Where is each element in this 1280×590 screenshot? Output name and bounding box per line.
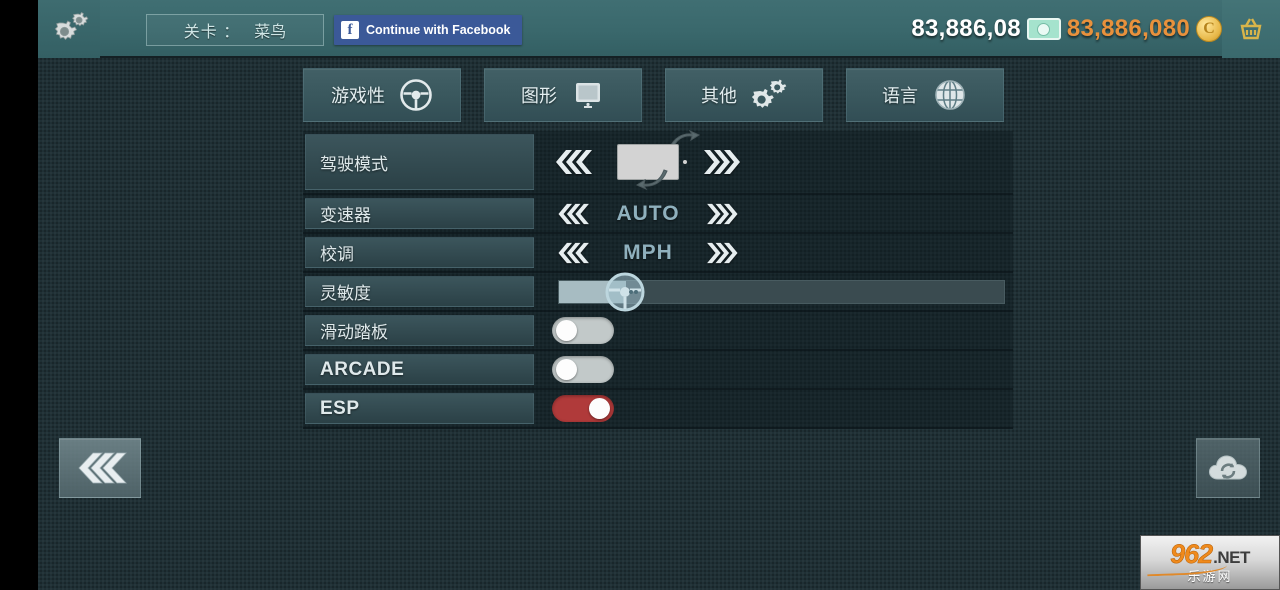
level-chip: 关卡 ： 菜鸟 xyxy=(146,14,324,46)
slide-pedal-toggle[interactable] xyxy=(552,317,614,344)
rotate-down-arrow-icon xyxy=(635,168,670,196)
setting-control-arcade xyxy=(534,351,1013,388)
transmission-value: AUTO xyxy=(616,201,680,225)
driving-mode-selector xyxy=(552,129,744,191)
setting-label-arcade: ARCADE xyxy=(305,354,534,385)
triple-chevron-left-icon xyxy=(78,452,127,484)
prev-arrow-units[interactable] xyxy=(552,242,592,264)
setting-row-arcade: ARCADE xyxy=(303,351,1013,390)
facebook-button-label: Continue with Facebook xyxy=(366,23,511,37)
banknote-icon xyxy=(1026,18,1061,40)
next-arrow-transmission[interactable] xyxy=(704,203,744,225)
facebook-icon: f xyxy=(341,21,359,39)
coin-icon: C xyxy=(1196,16,1222,42)
setting-label-driving-mode: 驾驶模式 xyxy=(305,134,534,190)
setting-row-esp: ESP xyxy=(303,390,1013,429)
setting-label-slide-pedal: 滑动踏板 xyxy=(305,315,534,346)
setting-control-slide-pedal xyxy=(534,312,1013,349)
setting-row-slide-pedal: 滑动踏板 xyxy=(303,312,1013,351)
steering-wheel-icon[interactable] xyxy=(604,271,646,313)
basket-icon xyxy=(1240,18,1262,40)
level-value: 菜鸟 xyxy=(254,24,287,41)
setting-control-esp xyxy=(534,390,1013,427)
cash-amount: 83,886,08 xyxy=(911,15,1021,42)
gears-icon xyxy=(751,78,787,112)
left-black-bar xyxy=(0,0,38,590)
setting-label-transmission: 变速器 xyxy=(305,198,534,229)
site-watermark: 962 .NET 乐游网 xyxy=(1140,535,1280,590)
next-arrow-driving-mode[interactable] xyxy=(704,149,744,175)
toggle-knob xyxy=(556,359,577,380)
gears-icon xyxy=(38,0,100,58)
level-label: 关卡 ： xyxy=(183,24,241,41)
setting-row-units: 校调 MPH xyxy=(303,234,1013,273)
setting-control-sensitivity xyxy=(534,272,1013,311)
cloud-sync-button[interactable] xyxy=(1196,438,1260,498)
setting-row-driving-mode: 驾驶模式 xyxy=(303,129,1013,195)
cloud-sync-icon xyxy=(1208,455,1248,480)
units-selector: MPH xyxy=(552,241,744,265)
esp-toggle[interactable] xyxy=(552,395,614,422)
shop-basket-button[interactable] xyxy=(1222,0,1280,58)
next-arrow-units[interactable] xyxy=(704,242,744,264)
toggle-knob xyxy=(589,398,610,419)
tab-language[interactable]: 语言 xyxy=(846,68,1004,122)
driving-mode-value xyxy=(592,129,704,191)
tab-gameplay[interactable]: 游戏性 xyxy=(303,68,461,122)
tab-language-label: 语言 xyxy=(882,86,918,106)
setting-label-sensitivity: 灵敏度 xyxy=(305,276,534,307)
back-button[interactable] xyxy=(59,438,141,498)
setting-row-transmission: 变速器 AUTO xyxy=(303,195,1013,234)
tab-gameplay-label: 游戏性 xyxy=(331,86,385,106)
arcade-toggle[interactable] xyxy=(552,356,614,383)
settings-tab-bar: 游戏性 图形 其他 语言 xyxy=(303,68,1004,122)
currency-display: 83,886,08 83,886,080 C xyxy=(911,0,1222,58)
setting-control-transmission: AUTO xyxy=(534,195,1013,232)
tab-graphics[interactable]: 图形 xyxy=(484,68,642,122)
toggle-knob xyxy=(556,320,577,341)
globe-icon xyxy=(932,77,968,113)
prev-arrow-transmission[interactable] xyxy=(552,203,592,225)
tab-graphics-label: 图形 xyxy=(521,86,557,106)
setting-label-units: 校调 xyxy=(305,237,534,268)
game-settings-screen: 关卡 ： 菜鸟 f Continue with Facebook 83,886,… xyxy=(0,0,1280,590)
coin-amount: 83,886,080 xyxy=(1066,15,1190,42)
units-value: MPH xyxy=(623,240,673,264)
prev-arrow-driving-mode[interactable] xyxy=(552,149,592,175)
settings-list: 驾驶模式 变速器 AUTO 校调 MPH 灵敏度 滑动踏板 ARCADE ESP xyxy=(303,129,1013,429)
transmission-selector: AUTO xyxy=(552,202,744,226)
sensitivity-slider[interactable] xyxy=(558,272,1005,311)
tab-other[interactable]: 其他 xyxy=(665,68,823,122)
monitor-icon xyxy=(571,79,605,111)
setting-control-driving-mode xyxy=(534,129,1013,193)
setting-row-sensitivity: 灵敏度 xyxy=(303,272,1013,312)
steering-wheel-icon xyxy=(399,78,433,112)
tilt-dot xyxy=(683,160,687,164)
setting-label-esp: ESP xyxy=(305,393,534,424)
continue-with-facebook-button[interactable]: f Continue with Facebook xyxy=(334,15,523,45)
tab-other-label: 其他 xyxy=(701,86,737,106)
top-header-bar: 关卡 ： 菜鸟 f Continue with Facebook 83,886,… xyxy=(38,0,1280,58)
setting-control-units: MPH xyxy=(534,234,1013,271)
